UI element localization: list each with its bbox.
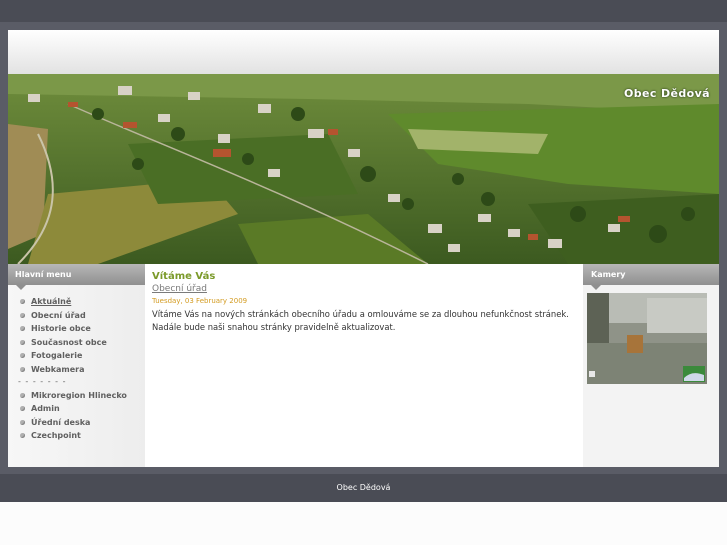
bullet-icon	[20, 326, 25, 332]
menu-item-czechpoint[interactable]: Czechpoint	[8, 429, 145, 443]
header-pointer-icon	[16, 285, 26, 290]
bullet-icon	[20, 366, 25, 372]
bullet-icon	[20, 299, 25, 304]
menu-item-uredni-deska[interactable]: Úřední deska	[8, 416, 145, 430]
menu-item-soucasnost-obce[interactable]: Současnost obce	[8, 336, 145, 350]
site-title: Obec Dědová	[623, 87, 710, 100]
bullet-icon	[20, 392, 25, 398]
main-content: Vítáme Vás Obecní úřad Tuesday, 03 Febru…	[145, 264, 583, 467]
menu-item-webkamera[interactable]: Webkamera	[8, 363, 145, 377]
webcam-image[interactable]	[587, 293, 707, 384]
menu-item-fotogalerie[interactable]: Fotogalerie	[8, 349, 145, 363]
menu-item-historie-obce[interactable]: Historie obce	[8, 322, 145, 336]
page-container: Obec Dědová Hlavní menu Aktuálně Obecní …	[8, 30, 719, 467]
menu-item-admin[interactable]: Admin	[8, 402, 145, 416]
sidebar-header: Hlavní menu	[8, 264, 145, 290]
menu-item-aktualne[interactable]: Aktuálně	[8, 295, 145, 309]
main-menu: Aktuálně Obecní úřad Historie obce Souča…	[8, 295, 145, 443]
article-body: Vítáme Vás na nových stránkách obecního …	[152, 309, 569, 332]
bullet-icon	[20, 353, 25, 359]
bullet-icon	[20, 406, 25, 412]
article-category-link[interactable]: Obecní úřad	[152, 284, 207, 294]
article-title: Vítáme Vás	[152, 271, 216, 282]
aerial-village-photo	[8, 74, 719, 264]
menu-item-mikroregion-hlinecko[interactable]: Mikroregion Hlinecko	[8, 389, 145, 403]
right-panel: Kamery	[583, 264, 719, 467]
top-bar	[0, 0, 727, 22]
article-date: Tuesday, 03 February 2009	[152, 297, 248, 305]
page-bottom	[0, 502, 727, 545]
footer: Obec Dědová	[0, 474, 727, 502]
bullet-icon	[20, 433, 25, 439]
cameras-header: Kamery	[583, 264, 719, 290]
menu-item-obecni-urad[interactable]: Obecní úřad	[8, 309, 145, 323]
sidebar: Hlavní menu Aktuálně Obecní úřad Histori…	[8, 264, 145, 467]
sidebar-title: Hlavní menu	[15, 270, 72, 279]
header-banner: Obec Dědová	[8, 74, 719, 264]
header-pointer-icon	[591, 285, 601, 290]
bullet-icon	[20, 339, 25, 345]
webcam-snapshot	[587, 293, 707, 384]
bullet-icon	[20, 312, 25, 318]
menu-separator: - - - - - - -	[18, 376, 67, 386]
bullet-icon	[20, 419, 25, 425]
cameras-title: Kamery	[591, 270, 626, 279]
header-strip	[8, 30, 719, 74]
